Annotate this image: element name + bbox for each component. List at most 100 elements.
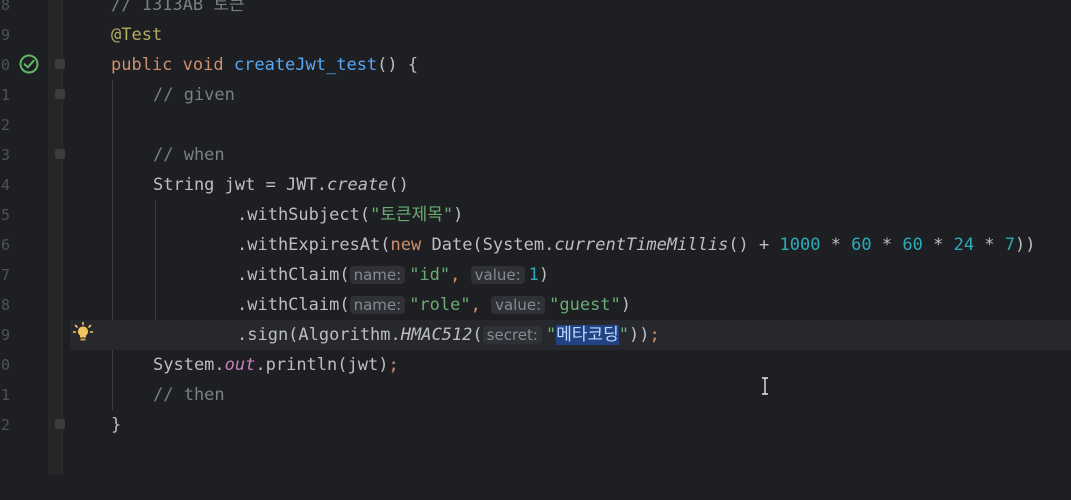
- code-text: .withExpiresAt(: [237, 235, 391, 255]
- code-line[interactable]: // 1313AB 토큰: [70, 0, 1071, 20]
- code-text: .withSubject(: [237, 205, 371, 225]
- semicolon: ;: [388, 355, 399, 375]
- punctuation: )): [1015, 235, 1036, 255]
- line-number: 2: [0, 116, 10, 134]
- line-number: 8: [0, 296, 10, 314]
- line-number: 9: [0, 326, 10, 344]
- code-line[interactable]: // given: [70, 80, 1071, 110]
- statement: .sign(Algorithm.HMAC512(secret: "메타코딩"));: [237, 320, 660, 350]
- punctuation: ,: [450, 265, 471, 285]
- code-line[interactable]: String jwt = JWT.create(): [70, 170, 1071, 200]
- mouse-cursor-ibeam-icon: [760, 377, 770, 395]
- punctuation: ,: [470, 295, 492, 315]
- code-line[interactable]: System.out.println(jwt);: [70, 350, 1071, 380]
- number-literal: 60: [851, 235, 872, 255]
- keyword: new: [390, 235, 422, 255]
- string-quote: ": [545, 325, 557, 345]
- code-text: System.: [153, 355, 225, 375]
- code-line[interactable]: .withSubject("토큰제목"): [70, 200, 1071, 230]
- operator: *: [974, 235, 1005, 255]
- selected-text[interactable]: 메타코딩: [556, 325, 619, 345]
- string-literal: "id": [409, 265, 451, 285]
- punctuation: (: [472, 325, 483, 345]
- number-literal: 1000: [779, 235, 821, 255]
- line-number: 0: [0, 56, 10, 74]
- string-quote: ": [618, 325, 630, 345]
- string-literal: "토큰제목": [370, 205, 454, 225]
- code-line[interactable]: public void createJwt_test() {: [70, 50, 1071, 80]
- code-text: .withClaim(: [237, 295, 350, 315]
- line-number: 5: [0, 206, 10, 224]
- annotation: @Test: [111, 25, 163, 45]
- code-text: .sign(Algorithm.: [237, 325, 401, 345]
- param-hint: value:: [491, 296, 546, 314]
- statement: .withExpiresAt(new Date(System.currentTi…: [237, 230, 1036, 260]
- fold-strip: [48, 0, 62, 475]
- punctuation: )): [629, 325, 650, 345]
- code-line[interactable]: }: [70, 410, 1071, 440]
- statement: String jwt = JWT.create(): [153, 170, 409, 200]
- code-text: String jwt = JWT.: [153, 175, 327, 195]
- param-hint: secret:: [482, 326, 542, 344]
- statement: .withClaim(name: "id", value: 1): [237, 260, 549, 290]
- intention-bulb-icon[interactable]: [72, 321, 94, 343]
- code-editor[interactable]: 8 9 0 1 2 3 4 5 6 7 8 9 0 1 2 // 1313AB …: [0, 0, 1071, 475]
- method-call: currentTimeMillis: [554, 235, 729, 255]
- semicolon: ;: [649, 325, 660, 345]
- keyword: void: [182, 55, 224, 75]
- code-text: .withClaim(: [237, 265, 350, 285]
- number-literal: 24: [953, 235, 975, 255]
- param-hint: value:: [470, 266, 525, 284]
- line-number: 0: [0, 356, 10, 374]
- closing-brace: }: [111, 415, 122, 435]
- number-literal: 60: [902, 235, 923, 255]
- number-literal: 1: [528, 265, 539, 285]
- code-line[interactable]: // then: [70, 380, 1071, 410]
- line-number: 4: [0, 176, 10, 194]
- comment: // 1313AB 토큰: [111, 0, 245, 15]
- statement: .withClaim(name: "role", value: "guest"): [237, 290, 631, 320]
- code-text: () +: [728, 235, 780, 255]
- code-text: .println(jwt): [255, 355, 389, 375]
- fold-marker[interactable]: [55, 59, 65, 69]
- code-text: Date(System.: [421, 235, 555, 255]
- comment: // given: [153, 85, 235, 105]
- punctuation: (): [388, 175, 409, 195]
- operator: *: [820, 235, 852, 255]
- punctuation: () {: [377, 55, 419, 75]
- run-test-passed-icon[interactable]: [18, 53, 40, 75]
- code-line[interactable]: .withClaim(name: "role", value: "guest"): [70, 290, 1071, 320]
- statement: System.out.println(jwt);: [153, 350, 399, 380]
- string-literal: "role": [409, 295, 471, 315]
- number-literal: 7: [1004, 235, 1016, 255]
- method-call: create: [327, 175, 389, 195]
- line-number: 3: [0, 146, 10, 164]
- line-number: 9: [0, 26, 10, 44]
- line-number: 7: [0, 266, 10, 284]
- line-number: 1: [0, 86, 10, 104]
- punctuation: ): [538, 265, 550, 285]
- punctuation: ): [620, 295, 632, 315]
- string-literal: "guest": [549, 295, 621, 315]
- operator: *: [871, 235, 903, 255]
- code-line[interactable]: // when: [70, 140, 1071, 170]
- code-line[interactable]: @Test: [70, 20, 1071, 50]
- fold-marker[interactable]: [55, 89, 65, 99]
- method-call: HMAC512: [400, 325, 473, 345]
- code-line[interactable]: .withClaim(name: "id", value: 1): [70, 260, 1071, 290]
- fold-marker[interactable]: [55, 149, 65, 159]
- gutter[interactable]: 8 9 0 1 2 3 4 5 6 7 8 9 0 1 2: [0, 0, 65, 475]
- code-line[interactable]: .withExpiresAt(new Date(System.currentTi…: [70, 230, 1071, 260]
- param-hint: name:: [349, 266, 406, 284]
- statement: .withSubject("토큰제목"): [237, 200, 463, 230]
- code-line-current[interactable]: .sign(Algorithm.HMAC512(secret: "메타코딩"));: [70, 320, 1071, 350]
- line-number: 6: [0, 236, 10, 254]
- comment: // then: [153, 385, 225, 405]
- keyword: public: [111, 55, 173, 75]
- method-declaration: public void createJwt_test() {: [111, 50, 418, 80]
- fold-marker[interactable]: [55, 419, 65, 429]
- punctuation: ): [453, 205, 464, 225]
- line-number: 1: [0, 386, 10, 404]
- operator: *: [922, 235, 954, 255]
- code-line[interactable]: [70, 110, 1071, 140]
